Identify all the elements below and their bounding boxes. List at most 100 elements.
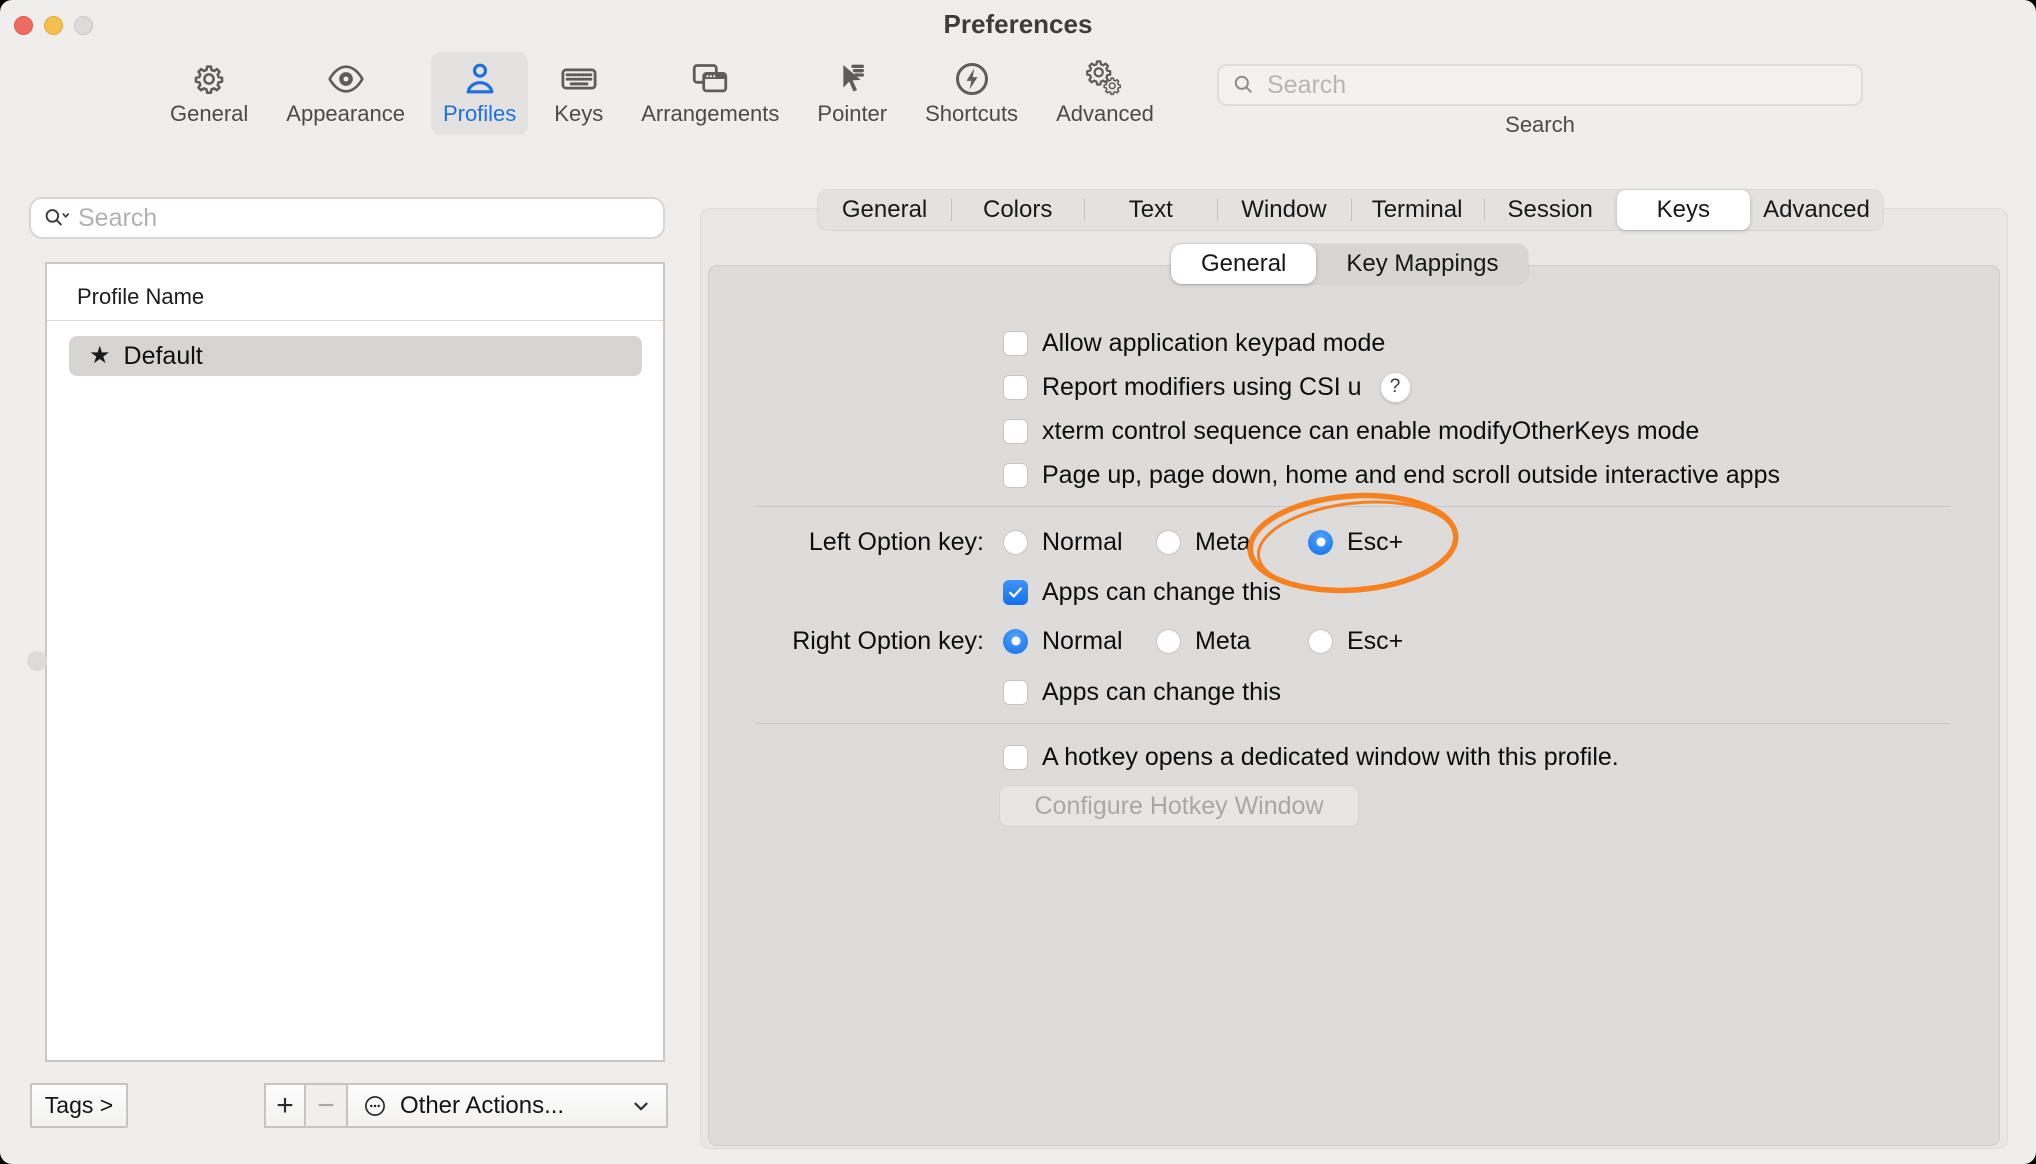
keyboard-icon	[558, 58, 600, 100]
toolbar-item-advanced[interactable]: Advanced	[1044, 52, 1166, 135]
checkbox-unchecked[interactable]	[1003, 331, 1028, 356]
radio-unselected[interactable]	[1308, 629, 1333, 654]
ellipsis-circle-icon	[362, 1093, 388, 1119]
checkbox-row-keypad-mode[interactable]: Allow application keypad mode	[1003, 329, 1385, 357]
checkbox-unchecked[interactable]	[1003, 745, 1028, 770]
checkbox-unchecked[interactable]	[1003, 463, 1028, 488]
tab-colors[interactable]: Colors	[951, 190, 1084, 230]
radio-label: Normal	[1042, 528, 1123, 557]
hotkey-row[interactable]: A hotkey opens a dedicated window with t…	[1003, 743, 1619, 771]
gear-icon	[188, 58, 230, 100]
toolbar-item-label: Advanced	[1056, 101, 1154, 127]
toolbar-item-label: Profiles	[443, 101, 516, 127]
preferences-window: Preferences General Appearance	[0, 0, 2036, 1164]
person-icon	[459, 58, 501, 100]
toolbar-item-appearance[interactable]: Appearance	[274, 52, 417, 135]
left-option-key-label: Left Option key:	[684, 528, 984, 556]
header-divider	[47, 320, 663, 321]
tab-session[interactable]: Session	[1484, 190, 1617, 230]
profile-list: Profile Name ★ Default	[45, 262, 665, 1062]
other-actions-dropdown[interactable]: Other Actions...	[348, 1083, 668, 1128]
toolbar-item-label: Arrangements	[641, 101, 779, 127]
radio-label: Normal	[1042, 627, 1123, 656]
add-profile-button[interactable]: +	[264, 1083, 306, 1128]
star-icon: ★	[89, 344, 111, 368]
tags-button[interactable]: Tags >	[30, 1083, 128, 1128]
lightning-bolt-icon	[951, 58, 993, 100]
subtab-key-mappings[interactable]: Key Mappings	[1316, 244, 1528, 284]
radio-label: Esc+	[1347, 627, 1403, 656]
double-gear-icon	[1084, 58, 1126, 100]
help-button[interactable]: ?	[1380, 372, 1411, 403]
section-divider	[755, 506, 1950, 507]
left-apps-can-change-row[interactable]: Apps can change this	[1003, 578, 1281, 606]
radio-unselected[interactable]	[1003, 530, 1028, 555]
tab-window[interactable]: Window	[1217, 190, 1350, 230]
profile-tabbar: General Colors Text Window Terminal Sess…	[818, 190, 1883, 230]
checkbox-label: xterm control sequence can enable modify…	[1042, 417, 1699, 446]
profile-search-field[interactable]	[29, 197, 665, 239]
checkbox-checked[interactable]	[1003, 580, 1028, 605]
radio-unselected[interactable]	[1156, 629, 1181, 654]
right-apps-can-change-row[interactable]: Apps can change this	[1003, 678, 1281, 706]
toolbar-item-shortcuts[interactable]: Shortcuts	[913, 52, 1030, 135]
window-edge-dot	[27, 651, 47, 671]
toolbar: General Appearance Profiles	[158, 52, 1166, 135]
toolbar-item-arrangements[interactable]: Arrangements	[629, 52, 791, 135]
checkbox-label: Page up, page down, home and end scroll …	[1042, 461, 1780, 490]
profile-row-default[interactable]: ★ Default	[69, 336, 642, 376]
section-divider	[755, 723, 1950, 724]
radio-unselected[interactable]	[1156, 530, 1181, 555]
tab-general[interactable]: General	[818, 190, 951, 230]
checkbox-label: Report modifiers using CSI u	[1042, 373, 1362, 402]
checkbox-unchecked[interactable]	[1003, 419, 1028, 444]
chevron-down-icon	[630, 1095, 652, 1117]
checkbox-unchecked[interactable]	[1003, 375, 1028, 400]
tab-terminal[interactable]: Terminal	[1351, 190, 1484, 230]
checkbox-unchecked[interactable]	[1003, 680, 1028, 705]
search-menu-icon	[42, 205, 70, 231]
tab-advanced[interactable]: Advanced	[1750, 190, 1883, 230]
left-option-normal[interactable]: Normal	[1003, 528, 1123, 556]
toolbar-search-field[interactable]	[1217, 64, 1863, 106]
profile-list-header: Profile Name	[77, 284, 204, 310]
right-option-normal[interactable]: Normal	[1003, 627, 1123, 655]
checkbox-row-csi-u[interactable]: Report modifiers using CSI u ?	[1003, 373, 1411, 401]
profile-name: Default	[124, 342, 203, 371]
radio-selected[interactable]	[1308, 530, 1333, 555]
radio-label: Meta	[1195, 528, 1251, 557]
toolbar-search-input[interactable]	[1267, 71, 1849, 100]
configure-hotkey-window-button[interactable]: Configure Hotkey Window	[999, 785, 1359, 827]
toolbar-item-label: General	[170, 101, 248, 127]
eye-icon	[325, 58, 367, 100]
left-option-esc[interactable]: Esc+	[1308, 528, 1403, 556]
toolbar-item-general[interactable]: General	[158, 52, 260, 135]
profile-actions-group: + − Other Actions...	[264, 1083, 668, 1128]
other-actions-label: Other Actions...	[400, 1092, 564, 1120]
checkbox-row-modifyotherkeys[interactable]: xterm control sequence can enable modify…	[1003, 417, 1699, 445]
radio-selected[interactable]	[1003, 629, 1028, 654]
checkbox-label: Apps can change this	[1042, 678, 1281, 707]
checkbox-label: A hotkey opens a dedicated window with t…	[1042, 743, 1619, 772]
radio-label: Esc+	[1347, 528, 1403, 557]
keys-subtabs: General Key Mappings	[1171, 244, 1528, 284]
remove-profile-button[interactable]: −	[306, 1083, 348, 1128]
toolbar-search-caption: Search	[1217, 112, 1863, 138]
subtab-general[interactable]: General	[1171, 244, 1316, 284]
left-option-meta[interactable]: Meta	[1156, 528, 1251, 556]
toolbar-item-label: Shortcuts	[925, 101, 1018, 127]
toolbar-item-label: Keys	[554, 101, 603, 127]
checkmark-icon	[1007, 584, 1024, 601]
tab-text[interactable]: Text	[1084, 190, 1217, 230]
toolbar-item-pointer[interactable]: Pointer	[805, 52, 899, 135]
toolbar-item-profiles[interactable]: Profiles	[431, 52, 528, 135]
profile-search-input[interactable]	[78, 204, 652, 233]
right-option-meta[interactable]: Meta	[1156, 627, 1251, 655]
checkbox-row-scroll-outside[interactable]: Page up, page down, home and end scroll …	[1003, 461, 1780, 489]
right-option-key-label: Right Option key:	[684, 627, 984, 655]
tab-keys[interactable]: Keys	[1617, 190, 1750, 230]
toolbar-item-label: Pointer	[817, 101, 887, 127]
toolbar-item-label: Appearance	[286, 101, 405, 127]
right-option-esc[interactable]: Esc+	[1308, 627, 1403, 655]
toolbar-item-keys[interactable]: Keys	[542, 52, 615, 135]
